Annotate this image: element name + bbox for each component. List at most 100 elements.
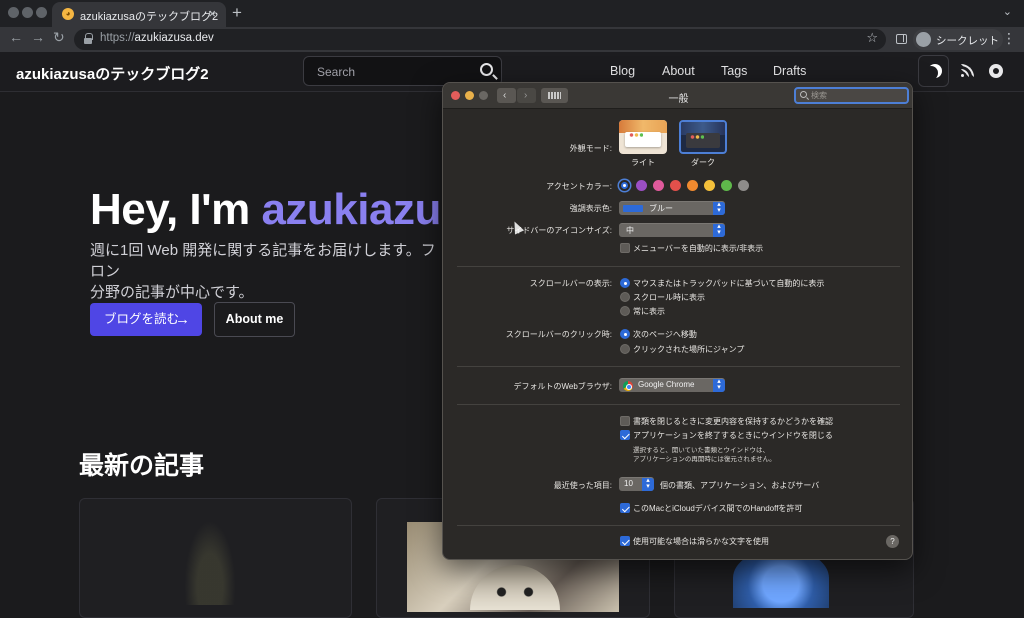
reload-icon[interactable]: ↻ — [53, 29, 65, 46]
help-button[interactable]: ? — [886, 535, 899, 548]
accent-swatch[interactable] — [653, 180, 664, 191]
menubar-autohide-checkbox[interactable] — [620, 243, 630, 253]
font-smoothing-label: 使用可能な場合は滑らかな文字を使用 — [633, 537, 769, 546]
address-bar[interactable]: https://azukiazusa.dev ☆ — [74, 29, 886, 50]
scroll-click-next-page-radio[interactable] — [620, 329, 630, 339]
recent-items-popup[interactable]: 10 ▴ ▾ — [619, 477, 654, 491]
incognito-badge[interactable]: シークレット — [913, 29, 1003, 50]
accent-swatch[interactable] — [619, 180, 630, 191]
scroll-click-next-page-label: 次のページへ移動 — [633, 330, 697, 339]
moon-icon — [924, 66, 938, 80]
rss-icon[interactable] — [961, 64, 974, 77]
incognito-icon — [916, 32, 931, 47]
hero-name: azukiazus — [261, 185, 465, 234]
search-icon — [800, 91, 807, 98]
highlight-value: ブルー — [649, 204, 673, 213]
scrollbar-always-radio[interactable] — [620, 306, 630, 316]
about-me-button[interactable]: About me — [214, 302, 295, 337]
traffic-lights-icon — [690, 135, 704, 139]
latest-articles-heading: 最新の記事 — [79, 452, 205, 480]
highlight-color-popup[interactable]: ブルー ▴ ▾ — [619, 201, 725, 215]
popup-stepper-icon: ▴ ▾ — [713, 223, 725, 237]
close-windows-checkbox[interactable] — [620, 430, 630, 440]
github-icon[interactable] — [989, 64, 1003, 78]
site-brand[interactable]: azukiazusaのテックブログ2 — [16, 63, 209, 84]
browser-tab[interactable]: ◕ azukiazusaのテックブログ2 × — [52, 2, 226, 27]
window-zoom-button[interactable] — [36, 7, 47, 18]
window-close-button[interactable] — [8, 7, 19, 18]
prefs-titlebar: ‹ › 一般 検索 — [443, 83, 912, 109]
appearance-label: 外観モード: — [569, 144, 612, 153]
scrollbar-auto-radio[interactable] — [620, 278, 630, 288]
side-panel-icon[interactable] — [896, 34, 907, 44]
back-icon[interactable]: ← — [9, 29, 23, 45]
bookmark-star-icon[interactable]: ☆ — [866, 30, 878, 46]
lock-icon — [84, 33, 93, 44]
browser-tab-strip: ◕ azukiazusaのテックブログ2 × + ⌄ — [0, 0, 1024, 27]
recent-items-suffix: 個の書類、アプリケーション、およびサーバ — [660, 481, 820, 490]
nav-blog[interactable]: Blog — [610, 64, 635, 78]
ask-keep-changes-label: 書類を閉じるときに変更内容を保持するかどうかを確認 — [633, 417, 833, 426]
sidebar-icon-size-popup[interactable]: 中 ▴ ▾ — [619, 223, 725, 237]
accent-swatch[interactable] — [636, 180, 647, 191]
scrollbar-show-label: スクロールバーの表示: — [529, 279, 612, 288]
browser-toolbar: ← → ↻ https://azukiazusa.dev ☆ シークレット ⋮ — [0, 27, 1024, 52]
close-windows-label: アプリケーションを終了するときにウインドウを閉じる — [633, 431, 833, 440]
scrollbar-scrolling-radio[interactable] — [620, 292, 630, 302]
theme-toggle-button[interactable] — [918, 55, 949, 87]
forward-icon[interactable]: → — [31, 29, 45, 45]
scrollbar-always-label: 常に表示 — [633, 307, 665, 316]
tab-close-icon[interactable]: × — [208, 6, 216, 21]
scrollbar-scrolling-label: スクロール時に表示 — [633, 293, 705, 302]
search-icon[interactable] — [480, 63, 493, 76]
popup-stepper-icon: ▴ ▾ — [713, 378, 725, 392]
accent-swatch[interactable] — [704, 180, 715, 191]
recent-items-label: 最近使った項目: — [553, 481, 612, 490]
tab-title: azukiazusaのテックブログ2 — [80, 11, 219, 23]
accent-swatch[interactable] — [687, 180, 698, 191]
highlight-label: 強調表示色: — [569, 204, 612, 213]
incognito-label: シークレット — [936, 35, 999, 47]
new-tab-button[interactable]: + — [232, 3, 242, 23]
menubar-autohide-label: メニューバーを自動的に表示/非表示 — [633, 244, 764, 253]
accent-label: アクセントカラー: — [546, 182, 612, 191]
handoff-checkbox[interactable] — [620, 503, 630, 513]
system-preferences-window: ‹ › 一般 検索 外観モード: ライト ダーク アクセントカラー: 強調表示色… — [442, 82, 913, 560]
handoff-label: このMacとiCloudデバイス間でのHandoffを許可 — [633, 504, 803, 513]
traffic-lights-icon — [629, 133, 643, 137]
recent-items-value: 10 — [624, 479, 633, 488]
section-divider — [457, 266, 900, 267]
default-browser-popup[interactable]: Google Chrome ▴ ▾ — [619, 378, 725, 392]
popup-stepper-icon: ▴ ▾ — [713, 201, 725, 215]
hero-subtitle: 週に1回 Web 開発に関する記事をお届けします。フロン 分野の記事が中心です。 — [90, 242, 436, 301]
close-windows-note: 選択すると、開いていた書類とウインドウは、 アプリケーションの再開時には復元され… — [633, 447, 776, 463]
scroll-click-label: スクロールバーのクリック時: — [505, 330, 612, 339]
default-browser-value: Google Chrome — [638, 380, 695, 389]
tab-search-icon[interactable]: ⌄ — [1003, 5, 1012, 18]
favicon-icon: ◕ — [62, 8, 74, 20]
appearance-light-option[interactable] — [619, 120, 667, 154]
prefs-search-input[interactable]: 検索 — [794, 87, 909, 104]
scrollbar-auto-label: マウスまたはトラックパッドに基づいて自動的に表示 — [633, 279, 825, 288]
scroll-click-jump-label: クリックされた場所にジャンプ — [633, 345, 745, 354]
appearance-light-label: ライト — [631, 158, 655, 167]
scroll-click-jump-radio[interactable] — [620, 344, 630, 354]
accent-swatch[interactable] — [721, 180, 732, 191]
appearance-dark-option[interactable] — [679, 120, 727, 154]
nav-drafts[interactable]: Drafts — [773, 64, 806, 78]
read-blog-button[interactable]: ブログを読む → — [90, 303, 202, 336]
default-browser-label: デフォルトのWebブラウザ: — [513, 382, 612, 391]
font-smoothing-checkbox[interactable] — [620, 536, 630, 546]
section-divider — [457, 366, 900, 367]
nav-tags[interactable]: Tags — [721, 64, 747, 78]
accent-swatch[interactable] — [738, 180, 749, 191]
nav-about[interactable]: About — [662, 64, 695, 78]
prefs-search-placeholder: 検索 — [811, 91, 827, 100]
ask-keep-changes-checkbox[interactable] — [620, 416, 630, 426]
section-divider — [457, 525, 900, 526]
appearance-dark-label: ダーク — [691, 158, 715, 167]
window-minimize-button[interactable] — [22, 7, 33, 18]
sidebar-icon-size-value: 中 — [626, 226, 634, 235]
more-menu-icon[interactable]: ⋮ — [1002, 30, 1016, 47]
accent-swatch[interactable] — [670, 180, 681, 191]
